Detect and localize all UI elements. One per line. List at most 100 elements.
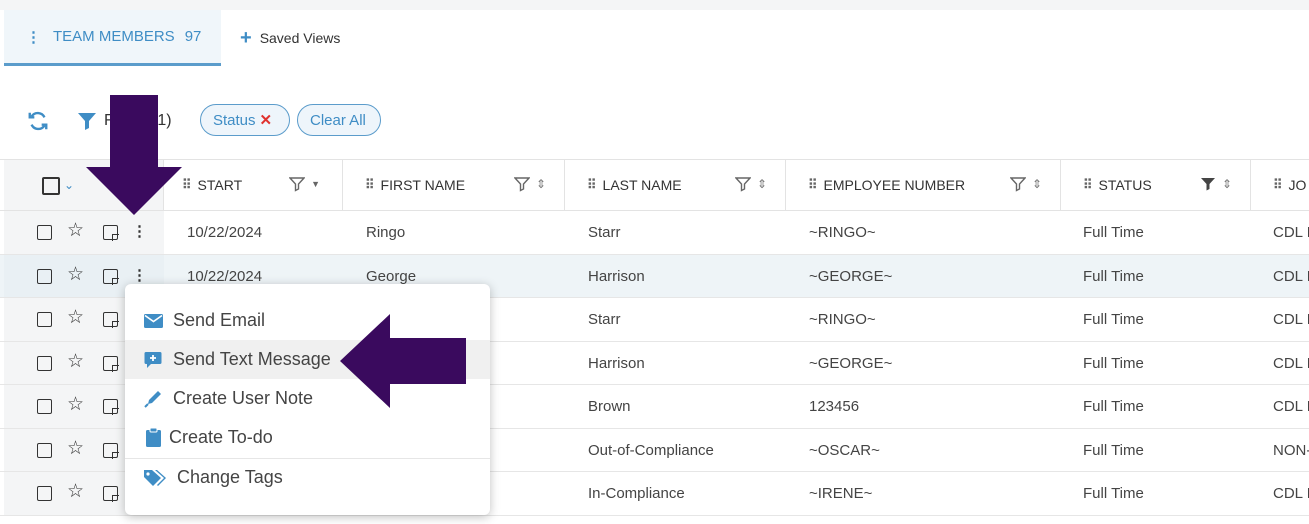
tab-label: TEAM MEMBERS <box>53 28 175 45</box>
chip-label: Status <box>213 111 256 129</box>
filter-outline-icon[interactable] <box>513 176 530 192</box>
tab-label: Saved Views <box>259 30 341 46</box>
row-checkbox[interactable] <box>37 355 52 371</box>
filter-outline-icon[interactable] <box>734 176 751 192</box>
star-icon[interactable]: ☆ <box>67 264 84 285</box>
cell-job: NON- <box>1273 441 1309 459</box>
tags-icon <box>143 468 167 488</box>
sort-icon[interactable]: ⇕ <box>536 177 546 191</box>
note-icon[interactable] <box>103 442 119 459</box>
star-icon[interactable]: ☆ <box>67 395 84 415</box>
star-icon[interactable]: ☆ <box>67 308 84 328</box>
cell-employee-number: ~GEORGE~ <box>809 267 893 285</box>
column-label: EMPLOYEE NUMBER <box>823 177 966 193</box>
filter-outline-icon[interactable] <box>1009 176 1026 192</box>
cell-job: CDL I <box>1273 267 1309 285</box>
star-icon[interactable]: ☆ <box>67 351 84 372</box>
star-icon[interactable]: ☆ <box>67 221 84 241</box>
cell-job: CDL I <box>1273 485 1309 502</box>
cell-last-name: Starr <box>588 224 621 241</box>
drag-handle-icon[interactable]: ⠿ <box>587 177 596 193</box>
column-first-name[interactable]: ⠿ FIRST NAME ⇕ <box>343 160 565 210</box>
filter-active-icon[interactable] <box>1200 176 1216 192</box>
drag-handle-icon[interactable]: ⠿ <box>1273 177 1282 193</box>
kebab-icon[interactable]: ⋮ <box>132 222 147 242</box>
row-checkbox[interactable] <box>37 486 52 501</box>
drag-handle-icon[interactable]: ⠿ <box>365 177 374 193</box>
cell-last-name: Starr <box>588 311 621 328</box>
tab-count: 97 <box>184 28 202 45</box>
refresh-icon[interactable] <box>27 110 49 132</box>
drag-handle-icon[interactable]: ⠿ <box>1083 177 1092 193</box>
cell-employee-number: ~OSCAR~ <box>809 441 880 459</box>
drag-handle-icon[interactable]: ⠿ <box>808 177 817 193</box>
cell-employee-number: ~RINGO~ <box>809 224 876 241</box>
status-filter-chip[interactable]: Status ✕ <box>200 104 290 136</box>
sms-icon <box>143 350 163 370</box>
cell-last-name: Out-of-Compliance <box>588 441 714 459</box>
cell-status: Full Time <box>1083 224 1144 241</box>
star-icon[interactable]: ☆ <box>67 438 84 459</box>
remove-chip-icon[interactable]: ✕ <box>260 111 273 129</box>
column-label: FIRST NAME <box>380 177 466 193</box>
note-icon[interactable] <box>103 312 119 328</box>
kebab-icon[interactable]: ⋮ <box>26 28 41 46</box>
column-employee-number[interactable]: ⠿ EMPLOYEE NUMBER ⇕ <box>786 160 1061 210</box>
row-checkbox[interactable] <box>37 442 52 458</box>
cell-job: CDL I <box>1273 311 1309 328</box>
menu-item-create-todo[interactable]: Create To-do <box>125 418 490 457</box>
column-label: LAST NAME <box>602 177 682 193</box>
note-icon[interactable] <box>103 399 119 415</box>
column-label: JO <box>1288 177 1307 193</box>
menu-item-label: Create User Note <box>173 388 314 408</box>
pen-icon <box>143 389 163 409</box>
cell-status: Full Time <box>1083 354 1144 372</box>
note-icon[interactable] <box>103 355 119 372</box>
cell-start: 10/22/2024 <box>187 224 263 241</box>
tab-saved-views[interactable]: + Saved Views <box>240 10 340 66</box>
note-icon[interactable] <box>103 486 119 502</box>
star-icon[interactable]: ☆ <box>67 482 84 502</box>
clear-all-button[interactable]: Clear All <box>297 104 381 136</box>
left-arrow-annotation <box>340 314 466 408</box>
cell-job: CDL I <box>1273 398 1309 415</box>
menu-item-label: Send Email <box>173 310 266 330</box>
column-status[interactable]: ⠿ STATUS ⇕ <box>1061 160 1251 210</box>
note-icon[interactable] <box>103 268 119 285</box>
row-actions: ☆ ⋮ <box>4 211 164 254</box>
table-row[interactable]: ☆ ⋮ 10/22/2024 Ringo Starr ~RINGO~ Full … <box>0 211 1309 255</box>
drag-handle-icon[interactable]: ⠿ <box>182 177 191 193</box>
select-all-checkbox[interactable] <box>42 177 60 195</box>
kebab-icon[interactable]: ⋮ <box>132 266 147 286</box>
tab-team-members[interactable]: ⋮ TEAM MEMBERS 97 <box>4 10 221 66</box>
envelope-icon <box>143 311 163 331</box>
cell-last-name: Harrison <box>588 267 645 285</box>
sort-desc-icon[interactable]: ▼ <box>311 179 320 189</box>
sort-icon[interactable]: ⇕ <box>1222 177 1232 191</box>
filter-outline-icon[interactable] <box>289 176 306 192</box>
cell-employee-number: ~IRENE~ <box>809 485 873 502</box>
cell-employee-number: ~RINGO~ <box>809 311 876 328</box>
cell-job: CDL I <box>1273 354 1309 372</box>
row-checkbox[interactable] <box>37 399 52 414</box>
menu-item-change-tags[interactable]: Change Tags <box>125 458 490 497</box>
sort-icon[interactable]: ⇕ <box>1032 177 1042 191</box>
cell-status: Full Time <box>1083 398 1144 415</box>
column-job[interactable]: ⠿ JO <box>1251 160 1309 210</box>
sort-icon[interactable]: ⇕ <box>757 177 767 191</box>
cell-first-name: George <box>366 267 417 285</box>
cell-last-name: Harrison <box>588 354 645 372</box>
row-checkbox[interactable] <box>37 225 52 240</box>
chevron-down-icon[interactable]: ⌄ <box>64 178 74 192</box>
note-icon[interactable] <box>103 225 119 241</box>
column-last-name[interactable]: ⠿ LAST NAME ⇕ <box>565 160 786 210</box>
cell-status: Full Time <box>1083 311 1144 328</box>
cell-last-name: Brown <box>588 398 631 415</box>
cell-start: 10/22/2024 <box>187 267 263 285</box>
menu-item-label: Send Text Message <box>173 349 331 369</box>
column-start[interactable]: ⠿ START ▼ <box>164 160 343 210</box>
cell-last-name: In-Compliance <box>588 485 685 502</box>
column-label: START <box>197 177 243 193</box>
row-checkbox[interactable] <box>37 268 52 284</box>
row-checkbox[interactable] <box>37 312 52 327</box>
